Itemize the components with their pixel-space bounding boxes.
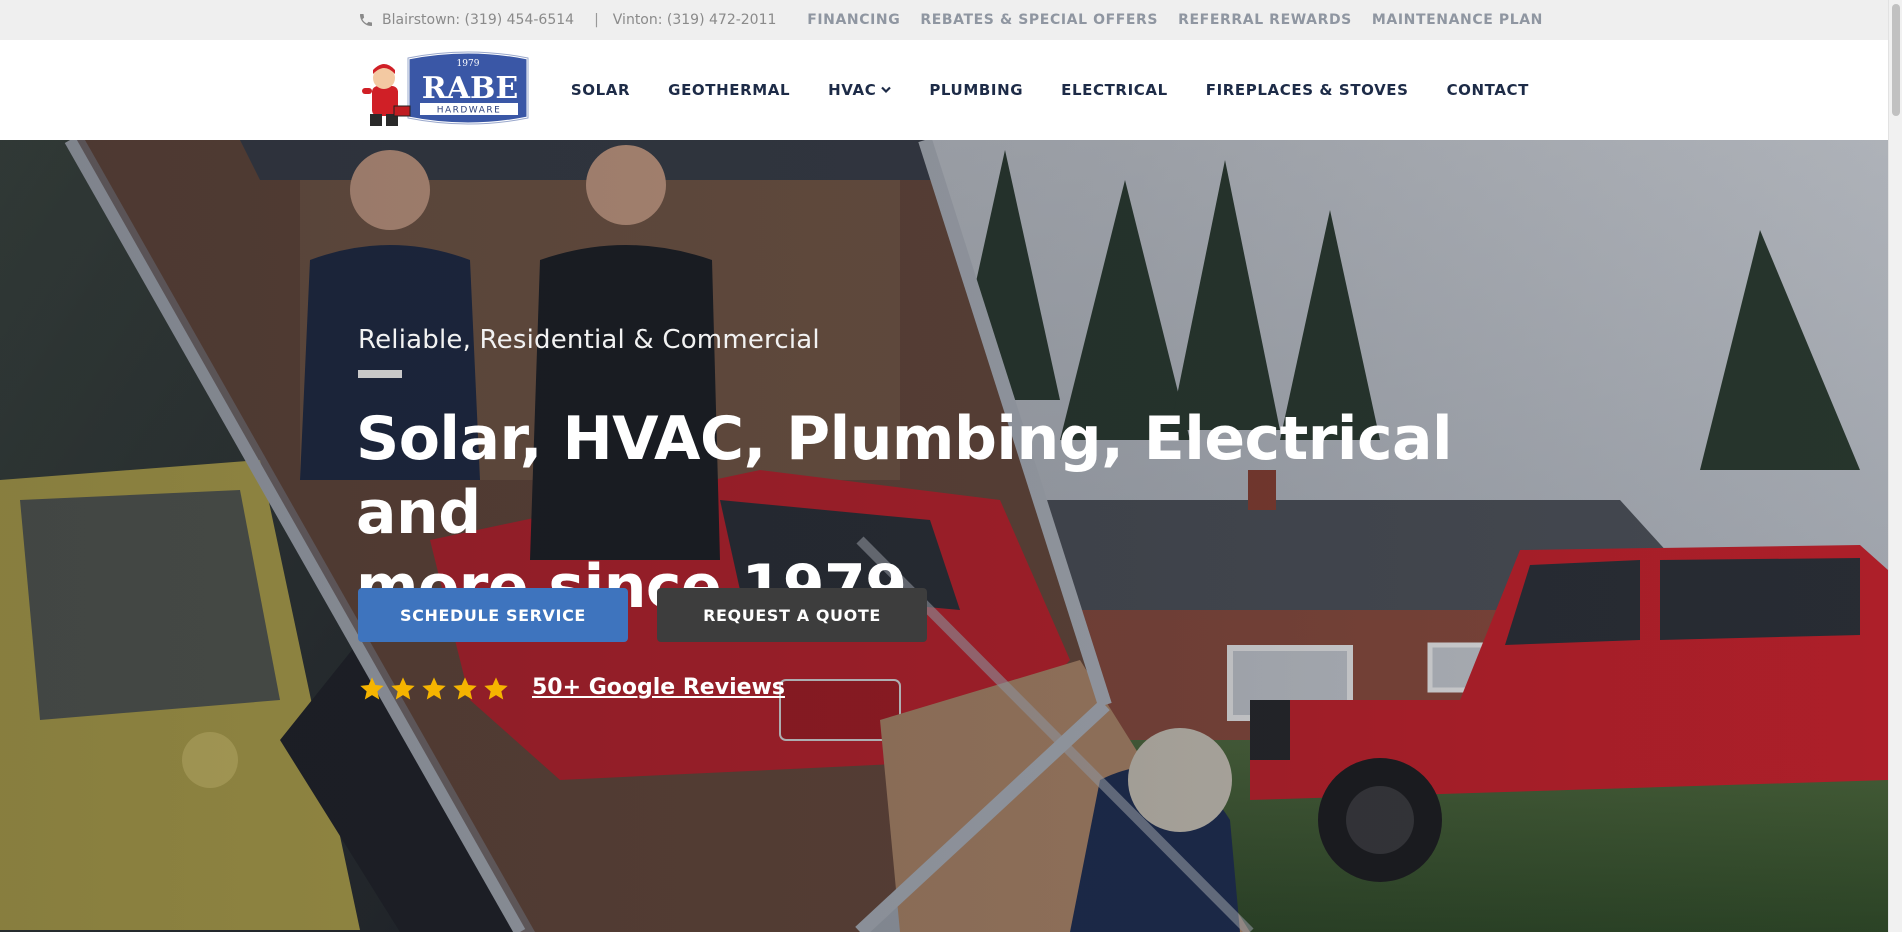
- eyebrow-divider: [358, 370, 402, 378]
- nav-hvac-label: HVAC: [828, 81, 877, 99]
- phone-separator: |: [594, 12, 599, 28]
- nav-fireplaces-stoves[interactable]: FIREPLACES & STOVES: [1206, 81, 1409, 99]
- site-header: 1979 RABE HARDWARE SOLAR GEOTHERMAL HVAC: [0, 40, 1888, 140]
- star-icon: [360, 677, 384, 700]
- phone-icon: [358, 12, 374, 28]
- main-navigation: SOLAR GEOTHERMAL HVAC PLUMBING ELECTRICA…: [571, 40, 1529, 140]
- nav-geothermal[interactable]: GEOTHERMAL: [668, 81, 790, 99]
- top-utility-bar: Blairstown: (319) 454-6514 | Vinton: (31…: [0, 0, 1888, 40]
- financing-link[interactable]: FINANCING: [807, 12, 900, 28]
- hero-section: Reliable, Residential & Commercial Solar…: [0, 140, 1888, 932]
- request-quote-button[interactable]: REQUEST A QUOTE: [657, 588, 927, 642]
- nav-plumbing[interactable]: PLUMBING: [929, 81, 1023, 99]
- scrollbar-thumb[interactable]: [1892, 4, 1900, 116]
- star-icon: [422, 677, 446, 700]
- page-scrollbar[interactable]: [1888, 0, 1902, 932]
- star-icon: [391, 677, 415, 700]
- phone-numbers: Blairstown: (319) 454-6514 | Vinton: (31…: [358, 0, 776, 40]
- utility-nav: FINANCING REBATES & SPECIAL OFFERS REFER…: [807, 0, 1543, 40]
- phone-blairstown-link[interactable]: Blairstown: (319) 454-6514: [382, 12, 574, 28]
- star-rating: [358, 675, 510, 703]
- logo-year: 1979: [457, 59, 480, 69]
- nav-solar[interactable]: SOLAR: [571, 81, 630, 99]
- chevron-down-icon: [881, 86, 892, 94]
- phone-vinton-link[interactable]: Vinton: (319) 472-2011: [613, 12, 777, 28]
- rabe-hardware-logo[interactable]: 1979 RABE HARDWARE: [358, 48, 530, 132]
- referral-rewards-link[interactable]: REFERRAL REWARDS: [1178, 12, 1352, 28]
- schedule-service-button[interactable]: SCHEDULE SERVICE: [358, 588, 628, 642]
- rebates-special-offers-link[interactable]: REBATES & SPECIAL OFFERS: [920, 12, 1158, 28]
- logo-name: RABE: [422, 71, 518, 106]
- nav-hvac[interactable]: HVAC: [828, 81, 892, 99]
- nav-contact[interactable]: CONTACT: [1447, 81, 1529, 99]
- logo-sub: HARDWARE: [437, 106, 502, 116]
- headline-line-1: Solar, HVAC, Plumbing, Electrical and: [356, 404, 1453, 548]
- hero-eyebrow: Reliable, Residential & Commercial: [358, 325, 820, 355]
- star-icon: [453, 677, 477, 700]
- google-reviews-link[interactable]: 50+ Google Reviews: [532, 675, 785, 700]
- maintenance-plan-link[interactable]: MAINTENANCE PLAN: [1372, 12, 1543, 28]
- star-icon: [484, 677, 508, 700]
- mascot-icon: [359, 64, 411, 126]
- nav-electrical[interactable]: ELECTRICAL: [1061, 81, 1168, 99]
